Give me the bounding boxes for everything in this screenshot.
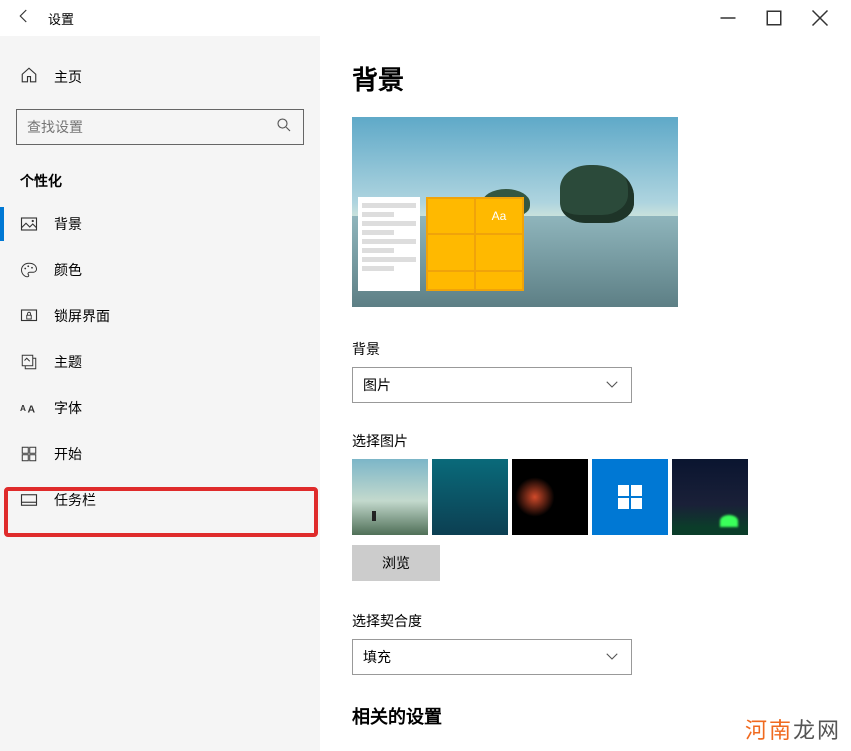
background-type-label: 背景 (352, 339, 819, 359)
background-type-dropdown[interactable]: 图片 (352, 367, 632, 403)
minimize-button[interactable] (705, 2, 751, 34)
close-icon (811, 9, 829, 27)
sidebar-section-label: 个性化 (0, 163, 320, 201)
dropdown-value: 填充 (363, 647, 391, 667)
browse-button[interactable]: 浏览 (352, 545, 440, 581)
sidebar-item-label: 颜色 (54, 260, 82, 280)
sidebar-item-label: 锁屏界面 (54, 306, 110, 326)
choose-image-label: 选择图片 (352, 431, 819, 451)
sidebar-item-themes[interactable]: 主题 (0, 339, 320, 385)
window-title: 设置 (48, 9, 74, 28)
sidebar-item-label: 主题 (54, 352, 82, 372)
svg-text:A: A (28, 404, 36, 416)
close-button[interactable] (797, 2, 843, 34)
thumbnail-1[interactable] (352, 459, 428, 535)
dropdown-value: 图片 (363, 375, 391, 395)
maximize-button[interactable] (751, 2, 797, 34)
font-icon: AA (20, 399, 38, 417)
sidebar-item-start[interactable]: 开始 (0, 431, 320, 477)
start-icon (20, 445, 38, 463)
search-icon (275, 116, 293, 139)
sidebar-item-label: 任务栏 (54, 490, 96, 510)
image-thumbnails (352, 459, 819, 535)
background-preview: Aa (352, 117, 678, 307)
watermark: 河南龙网 (745, 713, 841, 745)
maximize-icon (765, 9, 783, 27)
desktop-sample-icon: Aa (358, 197, 524, 291)
sidebar-item-lockscreen[interactable]: 锁屏界面 (0, 293, 320, 339)
chevron-down-icon (603, 375, 621, 396)
back-arrow-icon (15, 7, 33, 25)
back-button[interactable] (8, 7, 40, 30)
titlebar: 设置 (0, 0, 851, 36)
fit-label: 选择契合度 (352, 611, 819, 631)
sidebar: 主页 个性化 背景 颜色 锁屏界面 (0, 36, 320, 751)
chevron-down-icon (603, 647, 621, 668)
sidebar-item-background[interactable]: 背景 (0, 201, 320, 247)
thumbnail-2[interactable] (432, 459, 508, 535)
thumbnail-4[interactable] (592, 459, 668, 535)
sidebar-item-label: 背景 (54, 214, 82, 234)
sidebar-item-taskbar[interactable]: 任务栏 (0, 477, 320, 523)
sidebar-home[interactable]: 主页 (0, 56, 320, 97)
palette-icon (20, 261, 38, 279)
theme-icon (20, 353, 38, 371)
sidebar-item-label: 字体 (54, 398, 82, 418)
lockscreen-icon (20, 307, 38, 325)
thumbnail-5[interactable] (672, 459, 748, 535)
thumbnail-3[interactable] (512, 459, 588, 535)
fit-dropdown[interactable]: 填充 (352, 639, 632, 675)
search-input[interactable] (27, 119, 275, 135)
svg-text:A: A (20, 404, 26, 413)
taskbar-icon (20, 491, 38, 509)
main-content: 背景 Aa 背景 (320, 36, 851, 751)
sidebar-item-fonts[interactable]: AA 字体 (0, 385, 320, 431)
minimize-icon (719, 9, 737, 27)
picture-icon (20, 215, 38, 233)
sidebar-item-colors[interactable]: 颜色 (0, 247, 320, 293)
sidebar-item-label: 开始 (54, 444, 82, 464)
search-box[interactable] (16, 109, 304, 145)
page-title: 背景 (352, 60, 819, 97)
sidebar-home-label: 主页 (54, 67, 82, 87)
home-icon (20, 66, 38, 87)
